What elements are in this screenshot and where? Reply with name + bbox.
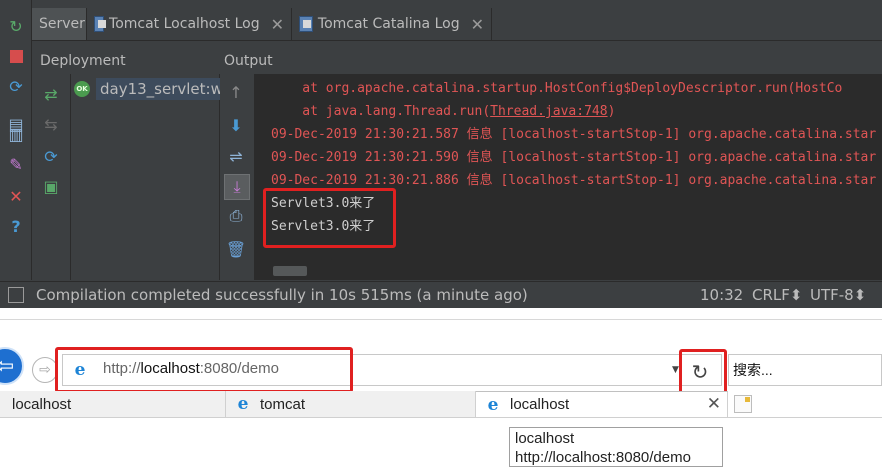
soft-wrap-icon[interactable]: ⇌ <box>224 144 248 168</box>
console-line-text: ) <box>607 104 616 119</box>
output-header: Output <box>224 48 273 74</box>
address-dropdown-icon[interactable]: ▼ <box>672 365 679 375</box>
search-input[interactable]: 搜索... <box>728 354 882 386</box>
tab-label: Tomcat Localhost Log <box>109 16 260 32</box>
arrow-left-icon: ⇦ <box>0 353 15 379</box>
clear-all-icon[interactable]: 🗑 <box>224 237 248 261</box>
deploy-all-icon[interactable]: ⇄ <box>41 84 61 104</box>
deployment-panel: ⇄ ⇆ ⟳ ▣ OK day13_servlet:war exploded <box>32 74 316 350</box>
console-line-text: at java.lang.Thread.run( <box>271 104 491 119</box>
panel-toggle-icon[interactable] <box>8 287 24 303</box>
artifact-icon[interactable]: ▣ <box>41 176 61 196</box>
scroll-down-icon[interactable]: ⬇ <box>224 113 248 137</box>
back-button[interactable]: ⇦ <box>0 347 24 385</box>
tab-title: localhost <box>510 396 570 413</box>
console-line: 09-Dec-2019 21:30:21.587 信息 [localhost-s… <box>271 127 877 142</box>
redeploy-icon[interactable]: ⟳ <box>41 146 61 166</box>
highlight-box <box>55 347 353 393</box>
log-file-icon <box>299 16 313 32</box>
ie-page-icon: e <box>237 394 249 414</box>
update-icon[interactable]: ⟳ <box>6 76 26 96</box>
console-line: at java.lang.Thread.run(Thread.java:748) <box>271 100 615 123</box>
tool-tabbar: Server Tomcat Localhost Log ✕ Tomcat Cat… <box>32 8 882 41</box>
tooltip-url: http://localhost:8080/demo <box>515 449 691 466</box>
run-toolbar: ↻ ⟳ ▤ ▥ ✎ ✕ ? <box>0 0 32 280</box>
ide-window: ↻ ⟳ ▤ ▥ ✎ ✕ ? Server Tomcat Localhost Lo… <box>0 0 882 350</box>
caret-position[interactable]: 10:32 <box>700 282 743 309</box>
output-toolbar: ↑ ⬇ ⇌ ⤓ ⎙ 🗑 <box>220 74 255 280</box>
stop-icon[interactable] <box>6 46 26 66</box>
browser-tab[interactable]: e tomcat <box>226 391 476 417</box>
log-file-icon <box>94 16 107 32</box>
undeploy-icon[interactable]: ⇆ <box>41 114 61 134</box>
console-line: 09-Dec-2019 21:30:21.590 信息 [localhost-s… <box>271 150 877 165</box>
pin-icon[interactable]: ✎ <box>6 154 26 174</box>
browser-tab[interactable]: localhost <box>0 391 226 417</box>
tooltip-title: localhost <box>515 430 575 447</box>
arrow-right-icon: ⇨ <box>39 362 51 378</box>
ok-status-icon: OK <box>74 81 90 97</box>
help-icon[interactable]: ? <box>6 216 26 236</box>
close-icon[interactable]: ✕ <box>6 186 26 206</box>
console-scrollbar[interactable] <box>273 266 307 276</box>
highlight-box <box>263 188 396 248</box>
browser-tab-active[interactable]: e localhost ✕ <box>476 391 728 417</box>
scroll-up-icon[interactable]: ↑ <box>224 80 248 104</box>
tab-tomcat-localhost-log[interactable]: Tomcat Localhost Log ✕ <box>87 8 292 40</box>
browser-window: ⇦ ⇨ e http://localhost:8080/demo ▼ ↻ 搜索.… <box>0 308 882 461</box>
ie-page-icon: e <box>487 394 499 415</box>
rerun-icon[interactable]: ↻ <box>6 16 26 36</box>
close-tab-icon[interactable]: ✕ <box>471 15 484 34</box>
console-line: at org.apache.catalina.startup.HostConfi… <box>271 81 843 96</box>
highlight-box <box>679 349 727 395</box>
tab-tooltip: localhost http://localhost:8080/demo <box>509 427 723 467</box>
tab-server[interactable]: Server <box>32 8 87 40</box>
divider <box>0 417 882 418</box>
tab-title: tomcat <box>260 395 306 413</box>
tab-label: Tomcat Catalina Log <box>317 16 460 32</box>
deployment-toolbar: ⇄ ⇆ ⟳ ▣ <box>32 74 71 280</box>
dump-icon[interactable]: ▥ <box>6 124 26 144</box>
tab-label: Server <box>39 16 85 32</box>
tab-title: localhost <box>12 395 72 413</box>
scroll-to-end-icon[interactable]: ⤓ <box>224 174 250 200</box>
status-bar: Compilation completed successfully in 10… <box>0 281 882 309</box>
close-tab-icon[interactable]: ✕ <box>271 15 284 34</box>
divider <box>0 319 882 320</box>
status-message: Compilation completed successfully in 10… <box>36 286 528 304</box>
file-encoding[interactable]: UTF-8⬍ <box>810 282 866 309</box>
line-separator[interactable]: CRLF⬍ <box>752 282 802 309</box>
tab-tomcat-catalina-log[interactable]: Tomcat Catalina Log ✕ <box>292 8 492 40</box>
deployment-header: Deployment <box>40 48 126 74</box>
stacktrace-link[interactable]: Thread.java:748 <box>490 104 607 119</box>
print-icon[interactable]: ⎙ <box>224 204 248 228</box>
console-output[interactable]: at org.apache.catalina.startup.HostConfi… <box>255 74 882 280</box>
new-tab-button[interactable] <box>734 395 752 413</box>
close-tab-icon[interactable]: ✕ <box>707 394 721 414</box>
